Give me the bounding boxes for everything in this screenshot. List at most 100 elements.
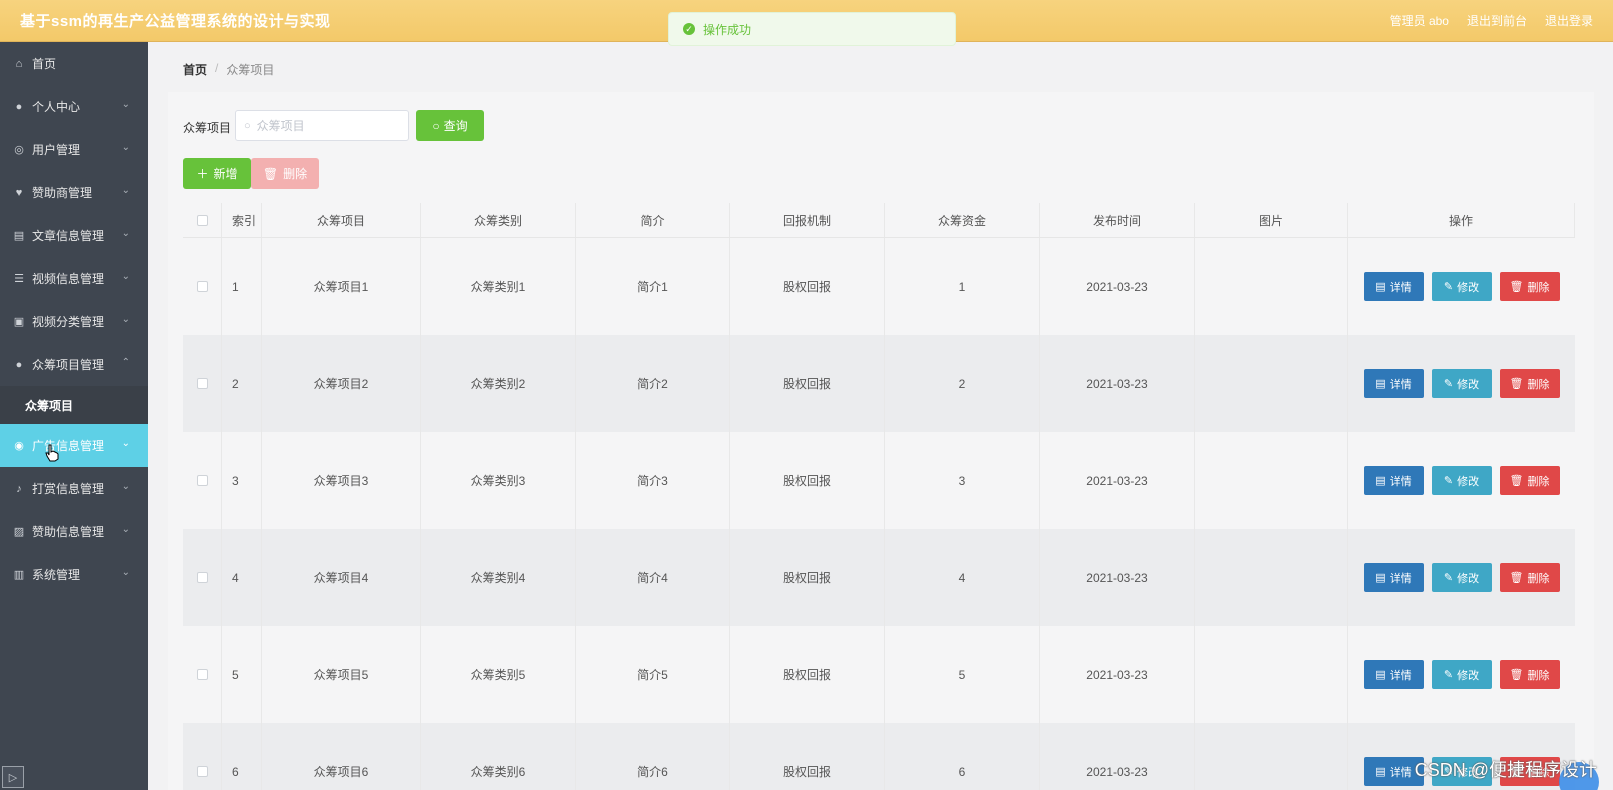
sidebar-item-rewards[interactable]: ♪ 打赏信息管理 ⌄ — [0, 467, 148, 510]
row-select[interactable] — [183, 335, 222, 432]
cell-actions: ▤ 详情 ✎ 修改 🗑 删除 — [1348, 626, 1575, 723]
query-button-label: 查询 — [443, 119, 468, 133]
sidebar-item-videos[interactable]: ☰ 视频信息管理 ⌄ — [0, 257, 148, 300]
search-label: 众筹项目 — [183, 121, 232, 135]
home-icon: ⌂ — [15, 57, 23, 70]
collapse-sidebar-icon[interactable]: ▷ — [2, 766, 24, 788]
sidebar-item-label: 视频分类管理 — [32, 315, 105, 329]
chevron-down-icon: ⌄ — [121, 438, 130, 449]
chevron-down-icon: ⌄ — [121, 567, 130, 578]
trash-icon: 🗑 — [1509, 378, 1524, 390]
header-actions: 管理员 abo 退出到前台 退出登录 — [1390, 12, 1593, 29]
cell-index: 1 — [222, 238, 262, 335]
sponsorship-icon: ▨ — [13, 526, 25, 538]
cell-publish-date: 2021-03-23 — [1040, 238, 1195, 335]
sidebar-item-articles[interactable]: ▤ 文章信息管理 ⌄ — [0, 214, 148, 257]
delete-button[interactable]: 🗑 删除 — [1499, 272, 1560, 301]
sidebar-item-users[interactable]: ◎ 用户管理 ⌄ — [0, 128, 148, 171]
checkbox[interactable] — [196, 378, 208, 389]
checkbox[interactable] — [196, 572, 208, 583]
checkbox[interactable] — [196, 214, 208, 226]
reward-icon: ♪ — [16, 482, 22, 495]
hand-cursor-icon — [45, 444, 59, 462]
search-input[interactable] — [256, 118, 397, 133]
cell-actions: ▤ 详情 ✎ 修改 🗑 删除 — [1348, 238, 1575, 335]
logout-link[interactable]: 退出登录 — [1545, 12, 1593, 29]
chevron-down-icon: ⌄ — [121, 142, 130, 153]
cell-image — [1195, 335, 1348, 432]
edit-button[interactable]: ✎ 修改 — [1431, 466, 1492, 495]
checkbox[interactable] — [196, 475, 208, 486]
cell-image — [1195, 626, 1348, 723]
current-user[interactable]: 管理员 abo — [1390, 12, 1449, 29]
row-select[interactable] — [183, 238, 222, 335]
sidebar-subitem-crowdfunding-projects[interactable]: 众筹项目 — [0, 386, 148, 424]
search-field[interactable]: ○ — [235, 110, 409, 141]
cell-category: 众筹类别1 — [421, 238, 576, 335]
edit-button[interactable]: ✎ 修改 — [1431, 660, 1492, 689]
cell-fund: 5 — [885, 626, 1040, 723]
edit-button[interactable]: ✎ 修改 — [1431, 272, 1492, 301]
trash-icon: 🗑 — [1509, 572, 1524, 584]
cell-category: 众筹类别2 — [421, 335, 576, 432]
detail-button[interactable]: ▤ 详情 — [1363, 563, 1424, 592]
header-select-all[interactable] — [183, 203, 222, 237]
watermark: CSDN @便捷程序设计 — [1414, 760, 1597, 780]
sidebar-item-label: 首页 — [32, 57, 57, 71]
cell-category: 众筹类别5 — [421, 626, 576, 723]
cell-fund: 2 — [885, 335, 1040, 432]
table-row: 2 众筹项目2 众筹类别2 简介2 股权回报 2 2021-03-23 ▤ 详情 ✎ 修改 🗑 删除 — [183, 335, 1575, 432]
edit-button[interactable]: ✎ 修改 — [1431, 563, 1492, 592]
remove-label: 删除 — [1527, 281, 1550, 294]
cell-publish-date: 2021-03-23 — [1040, 432, 1195, 529]
ad-icon: ◉ — [14, 440, 24, 452]
sidebar-item-label: 众筹项目管理 — [32, 358, 105, 372]
row-select[interactable] — [183, 626, 222, 723]
detail-button[interactable]: ▤ 详情 — [1363, 272, 1424, 301]
breadcrumb-home[interactable]: 首页 — [183, 61, 207, 78]
back-to-front-link[interactable]: 退出到前台 — [1467, 12, 1527, 29]
table-row: 5 众筹项目5 众筹类别5 简介5 股权回报 5 2021-03-23 ▤ 详情 ✎ 修改 🗑 删除 — [183, 626, 1575, 723]
row-select[interactable] — [183, 529, 222, 626]
table-header: 索引 众筹项目 众筹类别 简介 回报机制 众筹资金 发布时间 图片 操作 — [183, 203, 1575, 238]
detail-button[interactable]: ▤ 详情 — [1363, 466, 1424, 495]
header-cell: 众筹资金 — [885, 203, 1040, 237]
sidebar-item-ads[interactable]: ◉ 广告信息管理 ⌄ — [0, 424, 148, 467]
delete-button[interactable]: 🗑 删除 — [1499, 369, 1560, 398]
detail-label: 详情 — [1389, 281, 1412, 294]
sidebar-item-crowdfunding[interactable]: ● 众筹项目管理 ⌃ — [0, 343, 148, 386]
edit-button[interactable]: ✎ 修改 — [1431, 369, 1492, 398]
sidebar: ⌂ 首页 ● 个人中心 ⌄ ◎ 用户管理 ⌄ ♥ 赞助商管理 ⌄ ▤ 文章信息管… — [0, 42, 148, 790]
sidebar-item-sponsorships[interactable]: ▨ 赞助信息管理 ⌄ — [0, 510, 148, 553]
document-icon: ▤ — [1375, 766, 1386, 778]
checkbox[interactable] — [196, 281, 208, 292]
cell-index: 5 — [222, 626, 262, 723]
pencil-icon: ✎ — [1443, 669, 1454, 681]
sidebar-item-sponsors[interactable]: ♥ 赞助商管理 ⌄ — [0, 171, 148, 214]
detail-button[interactable]: ▤ 详情 — [1363, 369, 1424, 398]
detail-button[interactable]: ▤ 详情 — [1363, 660, 1424, 689]
cell-intro: 简介4 — [576, 529, 730, 626]
delete-button[interactable]: 🗑 删除 — [1499, 563, 1560, 592]
sidebar-item-home[interactable]: ⌂ 首页 — [0, 42, 148, 85]
checkbox[interactable] — [196, 669, 208, 680]
delete-button[interactable]: 🗑 删除 — [1499, 660, 1560, 689]
add-button[interactable]: ＋ 新增 — [183, 158, 251, 189]
table-body: 1 众筹项目1 众筹类别1 简介1 股权回报 1 2021-03-23 ▤ 详情 ✎ 修改 🗑 删除 2 众… — [183, 238, 1575, 790]
checkbox[interactable] — [196, 766, 208, 777]
sidebar-item-profile[interactable]: ● 个人中心 ⌄ — [0, 85, 148, 128]
cell-image — [1195, 238, 1348, 335]
cell-category: 众筹类别6 — [421, 723, 576, 790]
search-icon: ○ — [432, 118, 440, 133]
query-button[interactable]: ○ 查询 — [416, 110, 484, 141]
cell-return-mechanism: 股权回报 — [730, 723, 885, 790]
row-select[interactable] — [183, 723, 222, 790]
delete-button[interactable]: 🗑 删除 — [1499, 466, 1560, 495]
toast-message: 操作成功 — [703, 22, 752, 37]
sidebar-item-video-categories[interactable]: ▣ 视频分类管理 ⌄ — [0, 300, 148, 343]
batch-delete-button[interactable]: 🗑 删除 — [251, 158, 319, 189]
sidebar-item-system[interactable]: ▥ 系统管理 ⌄ — [0, 553, 148, 596]
crowdfund-icon: ● — [15, 358, 23, 371]
document-icon: ▤ — [1375, 475, 1386, 487]
row-select[interactable] — [183, 432, 222, 529]
